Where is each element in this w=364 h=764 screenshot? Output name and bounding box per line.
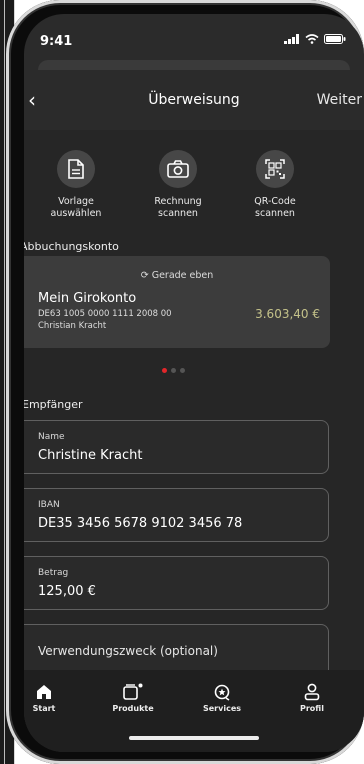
- scan-invoice-label-2: scannen: [158, 208, 198, 219]
- iban-field[interactable]: IBAN DE35 3456 5678 9102 3456 78: [24, 488, 329, 542]
- scan-invoice-label-1: Rechnung: [154, 196, 202, 207]
- amount-field[interactable]: Betrag 125,00 €: [24, 556, 329, 610]
- page-dot: [171, 368, 176, 373]
- services-icon: [182, 682, 262, 702]
- page-dot: [162, 368, 167, 373]
- profile-icon: [272, 682, 352, 702]
- template-action-label-2: auswählen: [50, 208, 102, 219]
- qr-code-icon: [256, 150, 294, 188]
- account-name: Mein Girokonto: [38, 291, 137, 306]
- home-indicator[interactable]: [129, 736, 259, 740]
- tab-bar: Start Produkte Services Profil: [24, 670, 364, 752]
- document-icon: [57, 150, 95, 188]
- page-title: Überweisung: [148, 92, 240, 108]
- scan-invoice-action[interactable]: Rechnung scannen: [133, 150, 223, 220]
- scan-qr-label-1: QR-Code: [254, 196, 296, 207]
- transfer-form: Vorlage auswählen Rechnung scannen QR-Co…: [24, 130, 364, 678]
- tab-start[interactable]: Start: [24, 682, 84, 713]
- wallet-icon: [93, 682, 173, 702]
- status-time: 9:41: [40, 34, 73, 49]
- template-action[interactable]: Vorlage auswählen: [31, 150, 121, 220]
- account-card[interactable]: ⟳ Gerade eben Mein Girokonto DE63 1005 0…: [24, 256, 330, 348]
- tab-profil[interactable]: Profil: [272, 682, 352, 713]
- quick-actions: Vorlage auswählen Rechnung scannen QR-Co…: [24, 150, 364, 230]
- phone-frame: 9:41 ‹ Überweisung Weiter Vorlage auswäh…: [6, 0, 364, 764]
- tab-services-label: Services: [202, 704, 242, 713]
- template-action-label-1: Vorlage: [58, 196, 94, 207]
- account-holder: Christian Kracht: [38, 321, 107, 331]
- nav-bar: ‹ Überweisung Weiter: [24, 70, 364, 130]
- tab-start-label: Start: [32, 704, 56, 713]
- refresh-icon: ⟳: [140, 270, 149, 281]
- recipient-name-field[interactable]: Name Christine Kracht: [24, 420, 329, 474]
- battery-icon: [324, 34, 346, 44]
- account-iban: DE63 1005 0000 1111 2008 00: [38, 309, 172, 319]
- refresh-status: ⟳ Gerade eben: [24, 270, 330, 281]
- wifi-icon: [305, 34, 319, 44]
- amount-label: Betrag: [38, 568, 69, 578]
- page-dot: [180, 368, 185, 373]
- scan-qr-label-2: scannen: [255, 208, 295, 219]
- home-icon: [24, 682, 84, 702]
- tab-profil-label: Profil: [300, 704, 324, 713]
- purpose-placeholder: Verwendungszweck (optional): [38, 644, 218, 658]
- screen: 9:41 ‹ Überweisung Weiter Vorlage auswäh…: [24, 14, 364, 752]
- name-label: Name: [38, 432, 65, 442]
- iban-label: IBAN: [38, 500, 60, 510]
- tab-produkte[interactable]: Produkte: [93, 682, 173, 713]
- camera-icon: [159, 150, 197, 188]
- status-icons: [284, 34, 346, 44]
- name-value: Christine Kracht: [38, 448, 143, 463]
- debit-section-label: Abbuchungskonto: [24, 240, 119, 253]
- iban-value: DE35 3456 5678 9102 3456 78: [38, 516, 243, 531]
- page-indicator[interactable]: [162, 368, 185, 373]
- next-button[interactable]: Weiter: [317, 92, 362, 108]
- scan-qr-action[interactable]: QR-Code scannen: [230, 150, 320, 220]
- refresh-text: Gerade eben: [151, 270, 214, 281]
- tab-services[interactable]: Services: [182, 682, 262, 713]
- status-bar: 9:41: [24, 14, 364, 58]
- account-balance: 3.603,40 €: [255, 307, 320, 321]
- amount-value: 125,00 €: [38, 584, 96, 599]
- tab-produkte-label: Produkte: [112, 704, 154, 713]
- recipient-section-label: Empfänger: [24, 398, 83, 411]
- signal-icon: [284, 34, 299, 44]
